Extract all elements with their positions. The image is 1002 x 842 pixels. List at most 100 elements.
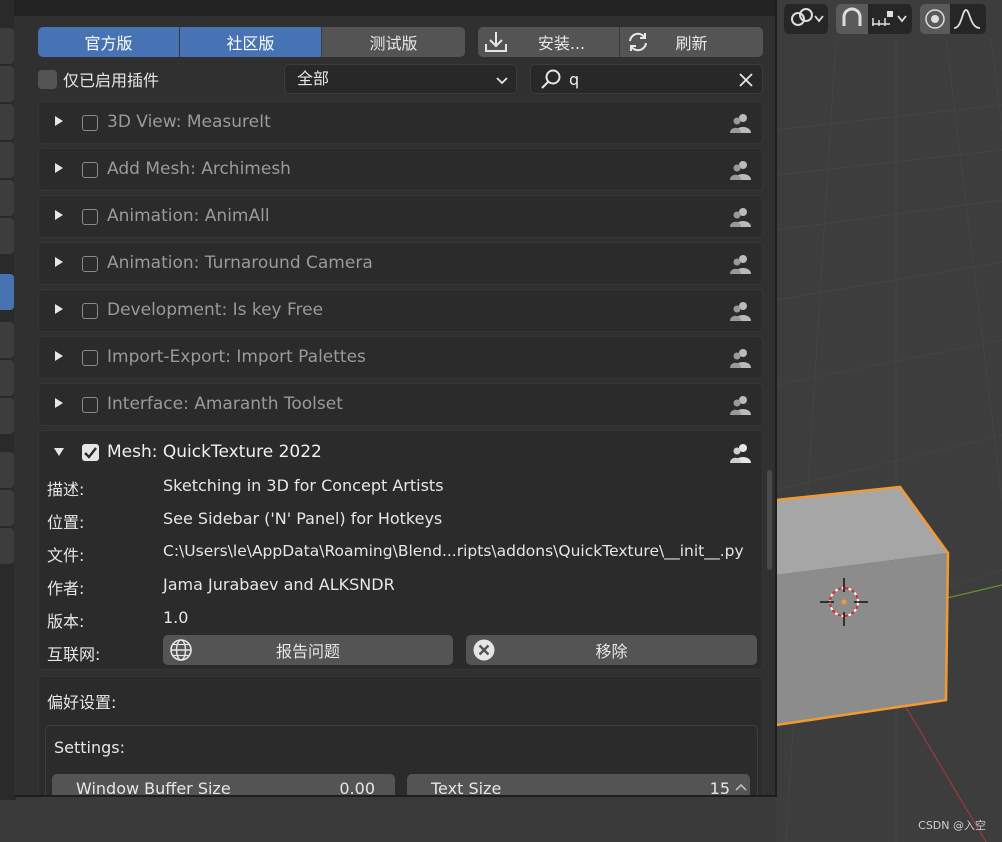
nav-tab[interactable] [0, 180, 14, 216]
search-field[interactable] [530, 64, 763, 94]
addon-enable-checkbox[interactable] [82, 209, 98, 225]
nav-tab[interactable] [0, 322, 14, 358]
proportional-edit-icon [925, 9, 945, 29]
version-label: 版本: [47, 612, 85, 631]
tab-testing[interactable]: 测试版 [322, 27, 465, 57]
addon-enable-checkbox[interactable] [82, 303, 98, 319]
nav-tab[interactable] [0, 360, 14, 396]
expand-triangle-icon[interactable] [55, 257, 63, 267]
community-icon [730, 161, 751, 180]
refresh-label: 刷新 [675, 34, 708, 53]
chevron-down-icon [496, 77, 508, 85]
settings-label: Settings: [54, 738, 126, 757]
addon-enable-checkbox[interactable] [82, 115, 98, 131]
settings-box: Settings: Window Buffer Size 0.00 Text S… [45, 725, 758, 797]
install-label: 安装... [537, 34, 586, 53]
enabled-only-box[interactable] [38, 69, 57, 89]
addon-enable-checkbox[interactable] [82, 162, 98, 178]
addons-preferences-panel: 官方版 社区版 测试版 安装... 刷新 仅已启用插件 全部 q 3D View… [14, 0, 777, 797]
addon-name: Import-Export: Import Palettes [107, 347, 366, 367]
nav-tab[interactable] [0, 528, 14, 564]
community-icon [730, 349, 751, 368]
addon-name: 3D View: MeasureIt [107, 112, 271, 132]
scrollbar-thumb[interactable] [767, 470, 772, 570]
text-size-field[interactable]: Text Size 15 [407, 774, 750, 795]
3d-viewport[interactable]: CSDN @入空 [776, 0, 1002, 842]
addon-row[interactable]: Interface: Amaranth Toolset [38, 383, 763, 426]
nav-tab[interactable] [0, 218, 14, 254]
globe-icon [170, 639, 192, 661]
addon-row[interactable]: Animation: Turnaround Camera [38, 242, 763, 285]
community-icon [730, 302, 751, 321]
addon-name: Animation: Turnaround Camera [107, 253, 373, 273]
category-value: 全部 [297, 69, 330, 88]
expand-triangle-icon[interactable] [55, 116, 63, 126]
nav-tab[interactable] [0, 142, 14, 178]
addon-enable-checkbox[interactable] [82, 397, 98, 413]
falloff-curve-icon [953, 9, 981, 29]
object-origin [841, 599, 847, 605]
snap-toggle[interactable] [836, 4, 868, 34]
proportional-edit-toggle[interactable] [920, 4, 950, 34]
nav-tab[interactable] [0, 490, 14, 526]
nav-tab[interactable] [0, 398, 14, 434]
nav-tab-addons[interactable] [0, 274, 14, 310]
expand-triangle-icon[interactable] [55, 351, 63, 361]
nav-tab[interactable] [0, 66, 14, 102]
refresh-icon [629, 32, 647, 52]
nav-tab[interactable] [0, 104, 14, 140]
search-icon [541, 69, 561, 89]
enabled-only-checkbox[interactable]: 仅已启用插件 [38, 67, 159, 91]
addon-row[interactable]: Add Mesh: Archimesh [38, 148, 763, 191]
addon-enable-checkbox[interactable] [82, 350, 98, 366]
addon-expanded-panel: Mesh: QuickTexture 2022 描述: Sketching in… [38, 430, 763, 670]
expand-triangle-icon[interactable] [55, 304, 63, 314]
addon-enable-checkbox-checked[interactable] [82, 444, 99, 461]
report-bug-label: 报告问题 [275, 642, 340, 661]
nav-tab[interactable] [0, 452, 14, 488]
window-buffer-size-value: 0.00 [339, 779, 375, 797]
tab-official[interactable]: 官方版 [38, 27, 180, 57]
report-bug-button[interactable]: 报告问题 [163, 635, 453, 665]
transform-pivot-dropdown[interactable] [784, 4, 828, 34]
search-input[interactable] [569, 68, 719, 90]
support-level-tabs: 官方版 社区版 测试版 [38, 27, 465, 57]
version-value: 1.0 [163, 608, 189, 627]
tab-community-label: 社区版 [226, 34, 275, 53]
tab-community[interactable]: 社区版 [180, 27, 322, 57]
install-button[interactable]: 安装... [478, 27, 620, 57]
expand-triangle-icon[interactable] [55, 398, 63, 408]
scroll-up-chevron-icon[interactable] [734, 780, 748, 794]
addon-name: Animation: AnimAll [107, 206, 270, 226]
addon-row[interactable]: 3D View: MeasureIt [38, 101, 763, 144]
tab-official-label: 官方版 [84, 34, 133, 53]
download-icon [485, 32, 507, 52]
tab-testing-label: 测试版 [369, 34, 418, 53]
magnet-icon [842, 7, 862, 26]
refresh-button[interactable]: 刷新 [620, 27, 763, 57]
addon-row[interactable]: Import-Export: Import Palettes [38, 336, 763, 379]
viewport-grid [776, 37, 1002, 842]
remove-button[interactable]: 移除 [466, 635, 757, 665]
community-icon [730, 114, 751, 133]
addon-enable-checkbox[interactable] [82, 256, 98, 272]
checkmark-icon [84, 447, 97, 459]
file-path: C:\Users\le\AppData\Roaming\Blend...ript… [163, 542, 744, 560]
addon-row[interactable]: Development: Is key Free [38, 289, 763, 332]
clear-search-icon[interactable] [738, 72, 754, 88]
nav-tab[interactable] [0, 28, 14, 64]
expand-triangle-icon[interactable] [55, 163, 63, 173]
collapse-triangle-icon[interactable] [54, 448, 64, 456]
viewport-header [776, 0, 1002, 38]
location-value: See Sidebar ('N' Panel) for Hotkeys [163, 509, 443, 528]
addon-row[interactable]: Animation: AnimAll [38, 195, 763, 238]
window-buffer-size-label: Window Buffer Size [76, 779, 231, 797]
falloff-dropdown[interactable] [950, 4, 986, 34]
author-label: 作者: [47, 579, 85, 598]
snap-target-dropdown[interactable] [868, 4, 912, 34]
preferences-label: 偏好设置: [47, 693, 117, 712]
expand-triangle-icon[interactable] [55, 210, 63, 220]
window-buffer-size-field[interactable]: Window Buffer Size 0.00 [52, 774, 395, 797]
addon-name: Interface: Amaranth Toolset [107, 394, 343, 414]
category-dropdown[interactable]: 全部 [284, 64, 517, 94]
